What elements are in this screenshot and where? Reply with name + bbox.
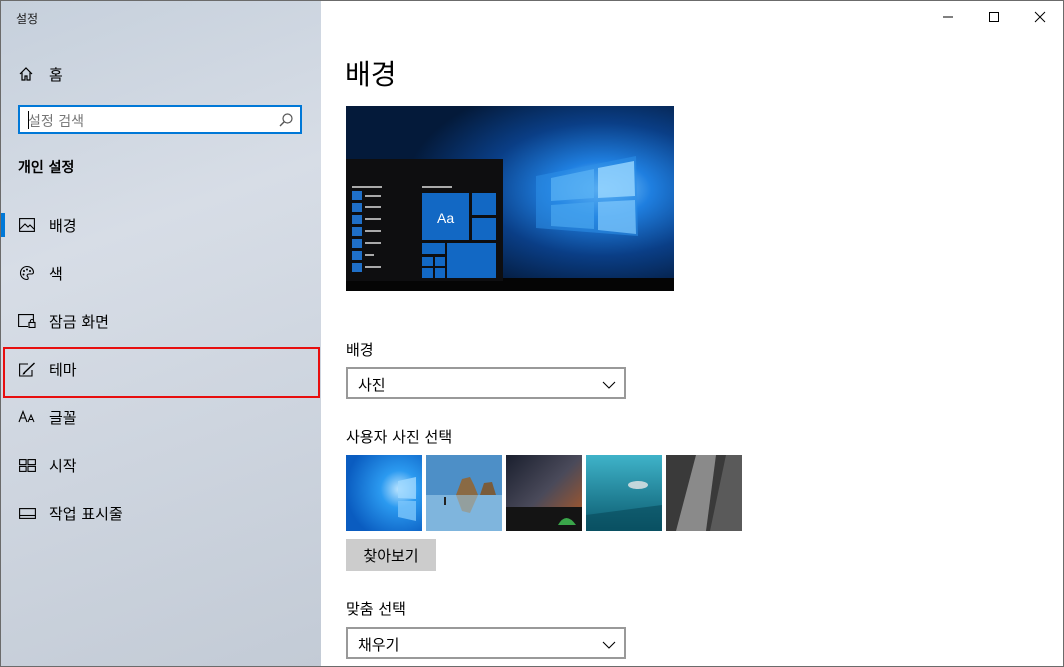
- theme-highlight-box: [3, 347, 320, 398]
- text-caret: [28, 111, 29, 129]
- search-input[interactable]: 설정 검색: [28, 111, 84, 131]
- section-title: 개인 설정: [18, 160, 75, 176]
- maximize-icon: [988, 8, 1000, 27]
- preview-sample-text: Aa: [437, 210, 455, 226]
- home-link[interactable]: 홈: [17, 63, 63, 85]
- minimize-button[interactable]: [925, 1, 971, 33]
- close-icon: [1034, 8, 1046, 27]
- fit-dropdown-value: 채우기: [358, 636, 400, 654]
- sidebar-item-fonts[interactable]: 글꼴: [1, 393, 321, 441]
- window-title: 설정: [16, 12, 39, 26]
- sidebar-item-start[interactable]: 시작: [1, 441, 321, 489]
- sidebar-item-label: 잠금 화면: [49, 312, 109, 331]
- picture-thumbnails: [346, 455, 742, 531]
- background-dropdown-value: 사진: [358, 376, 386, 394]
- chevron-down-icon: [602, 377, 616, 391]
- image-icon: [18, 216, 36, 234]
- maximize-button[interactable]: [971, 1, 1017, 33]
- main-content: 배경 Aa 배경 사진 사용자 사진 선택 찾아보기 맞춤 선택 채우기: [321, 1, 1063, 666]
- close-button[interactable]: [1017, 1, 1063, 33]
- thumbnail-beach[interactable]: [426, 455, 502, 531]
- sidebar: 설정 홈 설정 검색 개인 설정 배경 색 잠금 화면 테마 글꼴 시작 작업 …: [1, 1, 321, 666]
- sidebar-item-label: 시작: [49, 456, 77, 475]
- background-dropdown[interactable]: 사진: [346, 367, 626, 399]
- window-controls: [925, 1, 1063, 33]
- choose-picture-label: 사용자 사진 선택: [346, 428, 453, 446]
- sidebar-item-label: 작업 표시줄: [49, 504, 123, 523]
- fit-label: 맞춤 선택: [346, 600, 406, 618]
- font-icon: [18, 408, 36, 426]
- page-title: 배경: [345, 58, 397, 91]
- fit-dropdown[interactable]: 채우기: [346, 627, 626, 659]
- background-label: 배경: [346, 341, 374, 359]
- thumbnail-windows[interactable]: [346, 455, 422, 531]
- sidebar-item-label: 배경: [49, 216, 77, 235]
- desktop-preview: Aa: [346, 106, 674, 291]
- sidebar-item-label: 글꼴: [49, 408, 77, 427]
- sidebar-item-taskbar[interactable]: 작업 표시줄: [1, 489, 321, 537]
- browse-button[interactable]: 찾아보기: [346, 539, 436, 571]
- search-box[interactable]: 설정 검색: [18, 105, 302, 134]
- lock-screen-icon: [18, 312, 36, 330]
- sidebar-item-label: 색: [49, 264, 63, 283]
- thumbnail-underwater[interactable]: [586, 455, 662, 531]
- search-icon[interactable]: [278, 112, 294, 128]
- thumbnail-night-sky[interactable]: [506, 455, 582, 531]
- start-icon: [18, 456, 36, 474]
- home-icon: [17, 65, 35, 83]
- minimize-icon: [942, 8, 954, 27]
- settings-window: 설정 홈 설정 검색 개인 설정 배경 색 잠금 화면 테마 글꼴 시작 작업 …: [0, 0, 1064, 667]
- palette-icon: [18, 264, 36, 282]
- thumbnail-rock[interactable]: [666, 455, 742, 531]
- sidebar-item-lock-screen[interactable]: 잠금 화면: [1, 297, 321, 345]
- home-label: 홈: [49, 65, 63, 84]
- taskbar-icon: [18, 504, 36, 522]
- sidebar-item-background[interactable]: 배경: [1, 201, 321, 249]
- sidebar-item-color[interactable]: 색: [1, 249, 321, 297]
- chevron-down-icon: [602, 637, 616, 651]
